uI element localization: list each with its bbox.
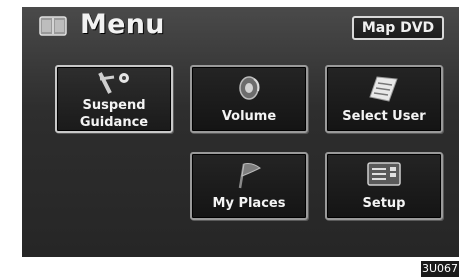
menu-icon: [39, 15, 67, 37]
setup-label: Setup: [362, 196, 406, 211]
volume-button[interactable]: Volume: [190, 65, 308, 133]
menu-screen: Menu Map DVD Suspend Guidance Volume Sel…: [22, 7, 459, 257]
setup-button[interactable]: Setup: [325, 152, 443, 220]
volume-icon: [192, 73, 306, 103]
setup-icon: [327, 160, 441, 190]
volume-label: Volume: [221, 109, 277, 124]
my-places-button[interactable]: My Places: [190, 152, 308, 220]
suspend-label-line1: Suspend: [82, 98, 146, 113]
select-user-label: Select User: [342, 109, 426, 124]
figure-code: 3U067: [421, 261, 459, 277]
page-title: Menu: [80, 9, 165, 40]
suspend-label-line2: Guidance: [79, 115, 149, 130]
my-places-label: My Places: [212, 196, 286, 211]
my-places-flag-icon: [192, 160, 306, 190]
map-dvd-button[interactable]: Map DVD: [352, 16, 444, 40]
select-user-icon: [327, 73, 441, 103]
select-user-button[interactable]: Select User: [325, 65, 443, 133]
suspend-guidance-button[interactable]: Suspend Guidance: [55, 65, 173, 133]
